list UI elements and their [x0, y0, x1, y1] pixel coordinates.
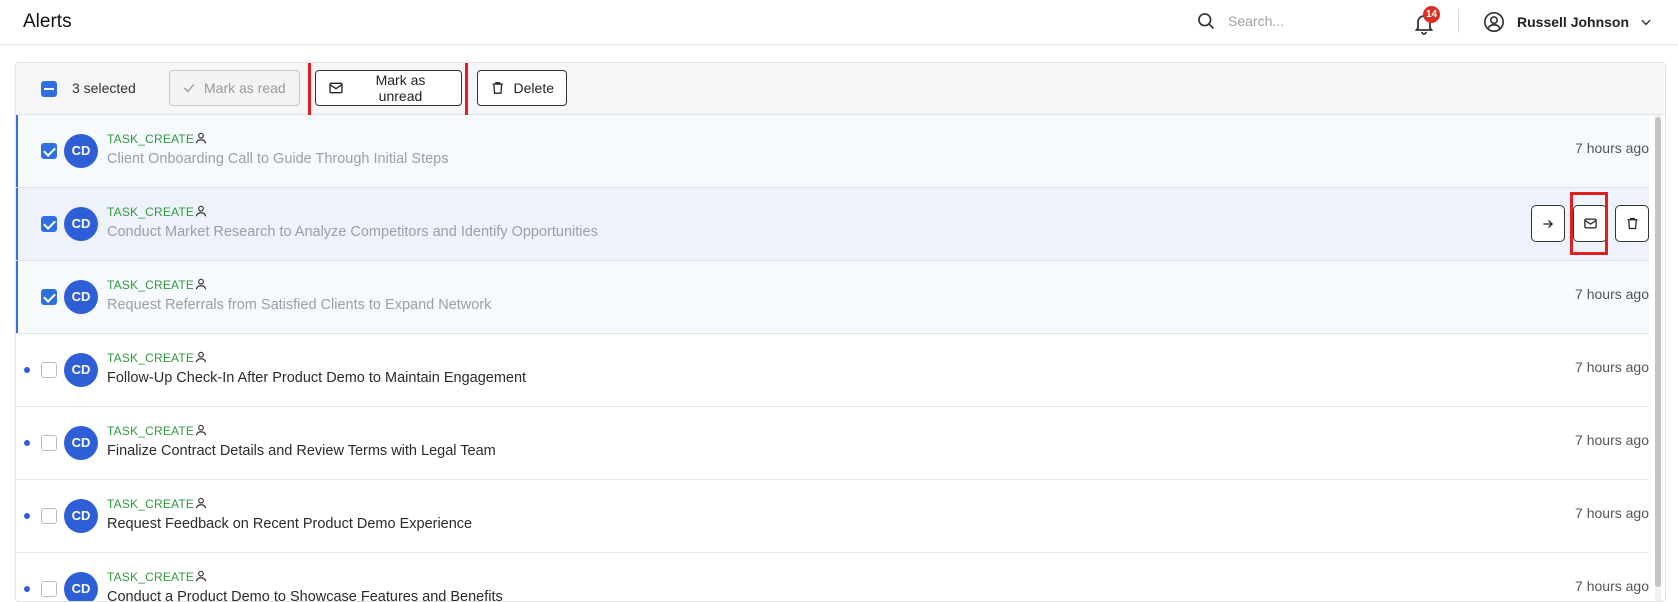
alert-row[interactable]: CD TASK_CREATE Request Referrals from Sa… — [16, 261, 1649, 334]
avatar: CD — [64, 207, 98, 241]
mark-as-read-button[interactable]: Mark as read — [169, 70, 300, 106]
alert-row[interactable]: CD TASK_CREATE Finalize Contract Details… — [16, 407, 1649, 480]
alert-row[interactable]: CD TASK_CREATE Conduct a Product Demo to… — [16, 553, 1649, 601]
trash-icon — [1627, 217, 1637, 230]
user-circle-icon — [1484, 12, 1504, 32]
search-icon[interactable] — [1196, 11, 1216, 31]
person-icon — [195, 278, 207, 290]
row-delete-button[interactable] — [1615, 205, 1649, 242]
search-input[interactable] — [1228, 9, 1378, 33]
chevron-down-icon — [1641, 19, 1651, 26]
avatar: CD — [64, 572, 98, 601]
alert-row[interactable]: CD TASK_CREATE Conduct Market Research t… — [16, 188, 1649, 261]
alert-title[interactable]: Conduct Market Research to Analyze Compe… — [107, 224, 598, 240]
row-checkbox[interactable] — [41, 508, 57, 524]
avatar: CD — [64, 426, 98, 460]
alert-time: 7 hours ago — [1575, 286, 1649, 302]
trash-icon — [492, 82, 503, 94]
mark-as-read-label: Mark as read — [204, 80, 286, 96]
notifications-button[interactable]: 14 — [1410, 6, 1441, 36]
alert-title[interactable]: Finalize Contract Details and Review Ter… — [107, 443, 496, 459]
alert-type: TASK_CREATE — [107, 132, 195, 146]
alert-time: 7 hours ago — [1575, 505, 1649, 521]
person-icon — [195, 424, 207, 436]
alert-time: 7 hours ago — [1575, 432, 1649, 448]
alert-title[interactable]: Follow-Up Check-In After Product Demo to… — [107, 370, 526, 386]
row-checkbox[interactable] — [41, 216, 57, 232]
alerts-list: CD TASK_CREATE Client Onboarding Call to… — [16, 115, 1649, 601]
alert-title[interactable]: Conduct a Product Demo to Showcase Featu… — [107, 589, 503, 601]
notification-badge: 14 — [1423, 6, 1441, 23]
alert-title[interactable]: Request Feedback on Recent Product Demo … — [107, 516, 472, 532]
alert-type: TASK_CREATE — [107, 570, 195, 584]
alert-time: 7 hours ago — [1575, 578, 1649, 594]
row-checkbox[interactable] — [41, 362, 57, 378]
person-icon — [195, 497, 207, 509]
avatar: CD — [64, 280, 98, 314]
header-divider — [1458, 9, 1459, 33]
alert-row[interactable]: CD TASK_CREATE Client Onboarding Call to… — [16, 115, 1649, 188]
person-icon — [195, 351, 207, 363]
alerts-panel: 3 selected Mark as read Mark as unread D… — [15, 62, 1666, 602]
row-checkbox[interactable] — [41, 581, 57, 597]
unread-dot — [24, 586, 30, 592]
top-header: Alerts 14 Russell Johnson — [0, 0, 1678, 45]
person-icon — [195, 132, 207, 144]
scrollbar[interactable] — [1655, 115, 1661, 601]
row-checkbox[interactable] — [41, 289, 57, 305]
avatar: CD — [64, 353, 98, 387]
alert-row[interactable]: CD TASK_CREATE Request Feedback on Recen… — [16, 480, 1649, 553]
alert-type: TASK_CREATE — [107, 278, 195, 292]
arrow-right-icon — [1543, 219, 1553, 228]
alert-title[interactable]: Client Onboarding Call to Guide Through … — [107, 151, 449, 167]
open-alert-button[interactable] — [1531, 205, 1565, 242]
row-checkbox[interactable] — [41, 143, 57, 159]
row-checkbox[interactable] — [41, 435, 57, 451]
user-name: Russell Johnson — [1517, 14, 1630, 30]
row-actions — [1531, 205, 1649, 242]
bulk-actions-toolbar: 3 selected Mark as read Mark as unread D… — [16, 63, 1665, 122]
row-mark-unread-button[interactable] — [1573, 205, 1607, 242]
delete-label: Delete — [513, 80, 554, 96]
selected-count: 3 selected — [72, 80, 136, 96]
mark-as-unread-label: Mark as unread — [375, 72, 426, 104]
alert-title[interactable]: Request Referrals from Satisfied Clients… — [107, 297, 491, 313]
envelope-icon — [329, 82, 343, 94]
envelope-icon — [1583, 218, 1597, 229]
delete-button[interactable]: Delete — [477, 70, 567, 106]
avatar: CD — [64, 499, 98, 533]
scrollbar-thumb[interactable] — [1655, 117, 1661, 587]
user-menu[interactable]: Russell Johnson — [1483, 9, 1653, 35]
alert-type: TASK_CREATE — [107, 497, 195, 511]
mark-as-unread-button[interactable]: Mark as unread — [315, 70, 462, 106]
person-icon — [195, 570, 207, 582]
avatar: CD — [64, 134, 98, 168]
alert-row[interactable]: CD TASK_CREATE Follow-Up Check-In After … — [16, 334, 1649, 407]
unread-dot — [24, 367, 30, 373]
page-title: Alerts — [23, 11, 72, 32]
alert-type: TASK_CREATE — [107, 205, 195, 219]
unread-dot — [24, 513, 30, 519]
alert-type: TASK_CREATE — [107, 351, 195, 365]
unread-dot — [24, 440, 30, 446]
person-icon — [195, 205, 207, 217]
alert-time: 7 hours ago — [1575, 359, 1649, 375]
alert-time: 7 hours ago — [1575, 140, 1649, 156]
alert-type: TASK_CREATE — [107, 424, 195, 438]
check-icon — [183, 84, 195, 93]
select-all-checkbox[interactable] — [41, 81, 57, 97]
